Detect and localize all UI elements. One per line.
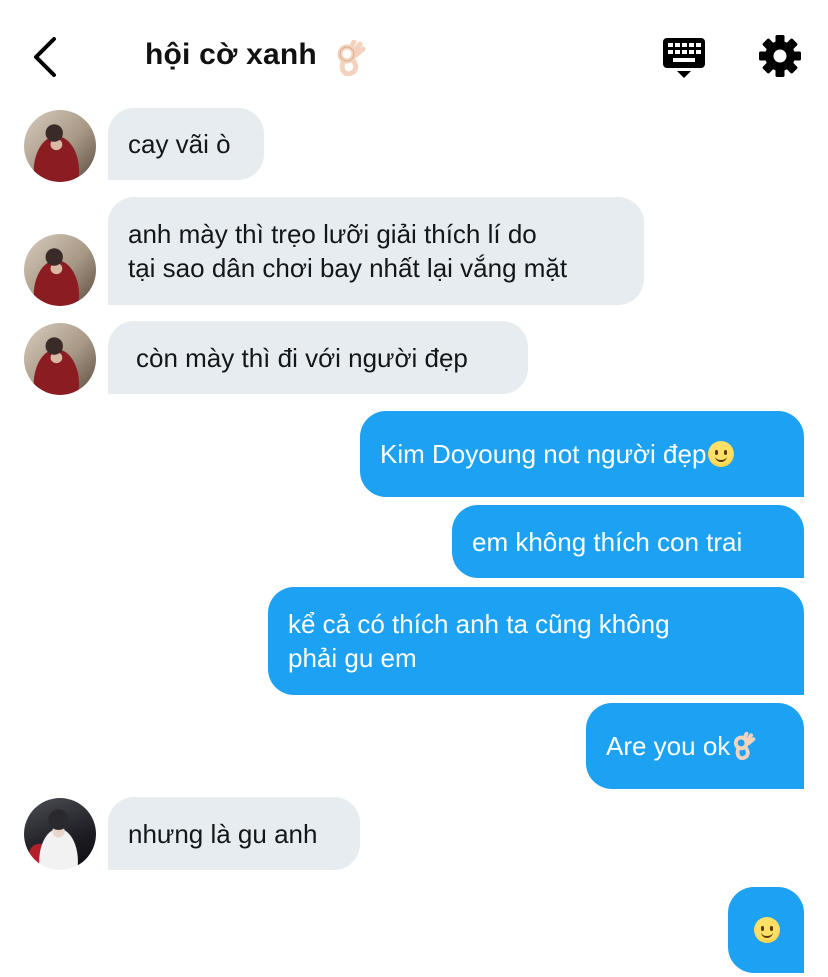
ok-hand-emoji-icon	[337, 40, 366, 76]
message-text: em không thích con trai	[472, 526, 743, 557]
message-text: nhưng là gu anh	[128, 818, 318, 849]
message-text: cay vãi ò	[128, 129, 231, 159]
keyboard-icon	[663, 38, 705, 78]
slightly-smiling-face-icon	[708, 441, 735, 467]
back-button[interactable]	[26, 34, 66, 80]
slightly-smiling-face-icon	[754, 917, 780, 943]
message-text: anh mày thì trẹo lưỡi giải thích lí do t…	[128, 219, 568, 283]
message-text: kể cả có thích anh ta cũng không phải gu…	[288, 609, 670, 673]
message-text: còn mày thì đi với người đẹp	[136, 342, 468, 373]
sender-avatar[interactable]	[24, 323, 96, 395]
incoming-message-bubble[interactable]: anh mày thì trẹo lưỡi giải thích lí do t…	[108, 197, 644, 305]
incoming-message-bubble[interactable]: còn mày thì đi với người đẹp	[108, 321, 528, 394]
keyboard-button[interactable]	[660, 34, 708, 82]
sender-avatar[interactable]	[24, 110, 96, 182]
incoming-message-bubble[interactable]: cay vãi ò	[108, 108, 264, 180]
outgoing-message-bubble[interactable]: kể cả có thích anh ta cũng không phải gu…	[268, 587, 804, 695]
ok-hand-icon	[734, 732, 756, 760]
dm-conversation-screen: hội cờ xanh cay vãi ò anh mày thì trẹo l…	[0, 0, 828, 977]
sender-avatar[interactable]	[24, 234, 96, 306]
sender-avatar[interactable]	[24, 798, 96, 870]
incoming-message-bubble[interactable]: nhưng là gu anh	[108, 797, 360, 870]
message-text: Kim Doyoung not người đẹp	[380, 439, 707, 469]
settings-button[interactable]	[756, 32, 804, 80]
outgoing-message-bubble[interactable]: Are you ok	[586, 703, 804, 789]
gear-icon	[759, 35, 801, 77]
outgoing-message-bubble[interactable]: em không thích con trai	[452, 505, 804, 578]
conversation-header: hội cờ xanh	[0, 0, 828, 110]
outgoing-message-bubble[interactable]	[728, 887, 804, 973]
outgoing-message-bubble[interactable]: Kim Doyoung not người đẹp	[360, 411, 804, 497]
message-text: Are you ok	[606, 731, 731, 761]
conversation-title[interactable]: hội cờ xanh	[145, 38, 317, 72]
chevron-left-icon	[34, 37, 56, 77]
